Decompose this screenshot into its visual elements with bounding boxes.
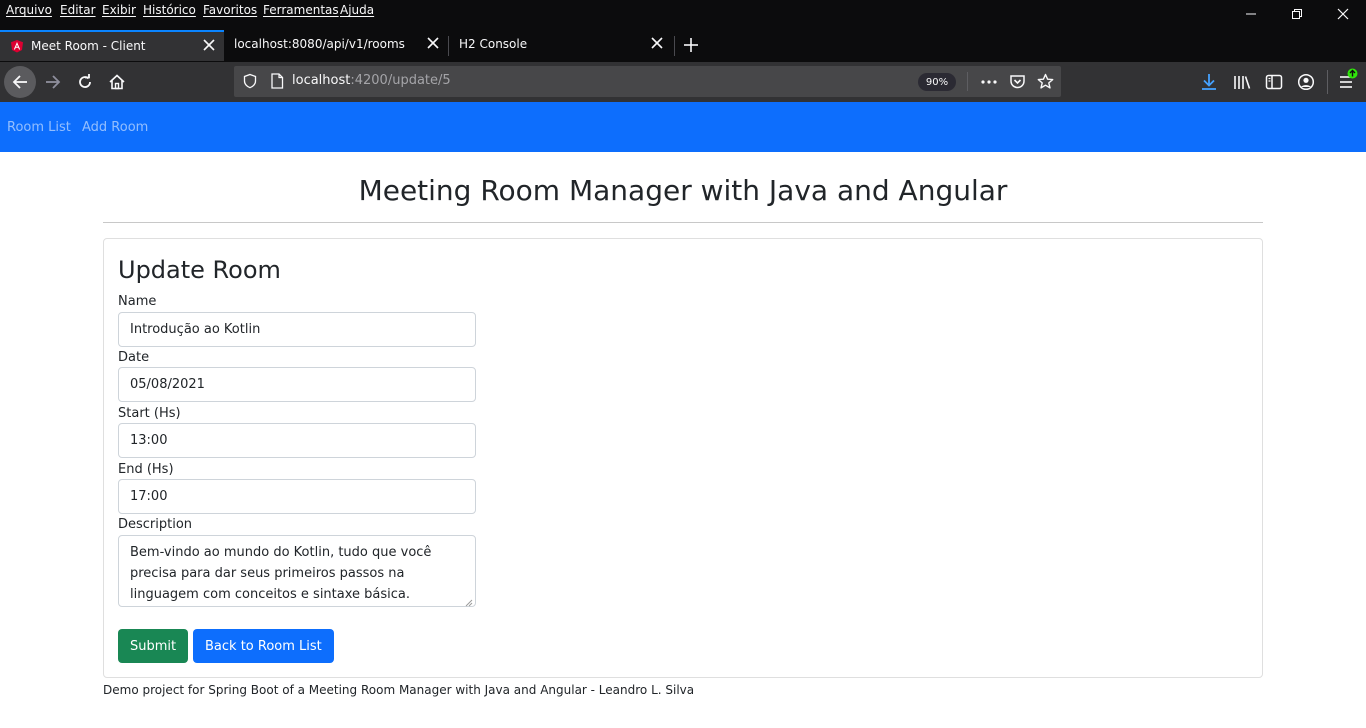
submit-button[interactable]: Submit — [118, 629, 189, 663]
menu-arquivo[interactable]: Arquivo — [6, 3, 52, 17]
url-host: localhost — [292, 73, 351, 88]
minimize-icon — [1246, 13, 1256, 15]
name-input[interactable] — [118, 312, 476, 347]
tab-divider — [674, 36, 675, 56]
sidebar-icon[interactable] — [1265, 73, 1283, 91]
download-icon[interactable] — [1200, 73, 1218, 91]
minimize-button[interactable] — [1228, 0, 1274, 28]
reload-button[interactable] — [69, 66, 101, 98]
end-time-label: End (Hs) — [118, 462, 174, 477]
close-icon — [1337, 8, 1349, 20]
start-time-input[interactable] — [118, 423, 476, 458]
update-room-card: Update Room Name Date Start (Hs) End (Hs… — [103, 238, 1263, 678]
page-icon[interactable] — [270, 73, 284, 89]
pocket-icon[interactable] — [1009, 73, 1026, 90]
restore-icon — [1292, 9, 1302, 19]
forward-button[interactable] — [37, 66, 69, 98]
nav-add-room-link[interactable]: Add Room — [82, 120, 148, 135]
date-label: Date — [118, 350, 150, 365]
nav-room-list-link[interactable]: Room List — [7, 120, 71, 135]
angular-logo-icon — [11, 40, 23, 53]
menu-historico[interactable]: Histórico — [143, 3, 196, 17]
urlbar-divider — [967, 72, 968, 91]
app-menu-icon[interactable] — [1337, 67, 1361, 93]
tab-title: localhost:8080/api/v1/rooms — [234, 37, 405, 51]
tab-title: H2 Console — [459, 37, 528, 51]
menu-favoritos[interactable]: Favoritos — [203, 3, 257, 17]
description-label: Description — [118, 517, 193, 532]
tab-meet-room[interactable]: Meet Room - Client — [0, 30, 224, 61]
start-time-label: Start (Hs) — [118, 406, 181, 421]
tab-close-icon[interactable] — [650, 36, 664, 50]
address-bar[interactable]: localhost:4200/update/5 90% — [234, 66, 1061, 97]
back-arrow-icon — [12, 75, 27, 89]
more-actions-icon[interactable] — [980, 74, 998, 90]
restore-button[interactable] — [1274, 0, 1320, 28]
close-window-button[interactable] — [1320, 0, 1366, 28]
forward-arrow-icon — [46, 75, 61, 89]
browser-toolbar: localhost:4200/update/5 90% — [0, 62, 1366, 102]
back-to-room-list-button[interactable]: Back to Room List — [193, 629, 334, 663]
menu-exibir[interactable]: Exibir — [102, 3, 136, 17]
home-icon — [109, 74, 125, 90]
shield-icon[interactable] — [242, 73, 258, 89]
date-input[interactable] — [118, 367, 476, 402]
library-icon[interactable] — [1233, 73, 1251, 91]
name-label: Name — [118, 294, 157, 309]
end-time-input[interactable] — [118, 479, 476, 514]
reload-icon — [79, 74, 91, 88]
home-button[interactable] — [101, 66, 133, 98]
toolbar-divider — [1327, 70, 1328, 94]
tab-close-icon[interactable] — [426, 36, 440, 50]
footer-text: Demo project for Spring Boot of a Meetin… — [103, 683, 695, 697]
account-icon[interactable] — [1297, 73, 1315, 91]
menu-ajuda[interactable]: Ajuda — [340, 3, 374, 17]
form-title: Update Room — [118, 256, 281, 284]
zoom-level-badge[interactable]: 90% — [918, 73, 956, 91]
title-divider — [103, 222, 1263, 223]
tab-title: Meet Room - Client — [31, 39, 146, 53]
tab-api-rooms[interactable]: localhost:8080/api/v1/rooms — [224, 30, 448, 61]
menu-ferramentas[interactable]: Ferramentas — [263, 3, 339, 17]
tab-h2-console[interactable]: H2 Console — [448, 30, 672, 61]
new-tab-plus-icon[interactable] — [682, 36, 700, 54]
url-path: :4200/update/5 — [350, 73, 451, 88]
menu-editar[interactable]: Editar — [60, 3, 96, 17]
page-title: Meeting Room Manager with Java and Angul… — [358, 174, 1008, 207]
app-navbar: Room List Add Room — [0, 102, 1366, 152]
description-textarea[interactable]: Bem-vindo ao mundo do Kotlin, tudo que v… — [118, 535, 476, 607]
url-text[interactable]: localhost:4200/update/5 — [292, 73, 451, 88]
tab-divider — [448, 36, 449, 56]
tab-close-icon[interactable] — [202, 38, 216, 52]
bookmark-star-icon[interactable] — [1037, 73, 1054, 90]
back-button[interactable] — [4, 66, 36, 98]
browser-tabbar: Meet Room - Client localhost:8080/api/v1… — [0, 28, 1366, 62]
resize-handle-icon[interactable] — [464, 598, 473, 607]
browser-menubar: Arquivo Editar Exibir Histórico Favorito… — [0, 0, 1366, 28]
